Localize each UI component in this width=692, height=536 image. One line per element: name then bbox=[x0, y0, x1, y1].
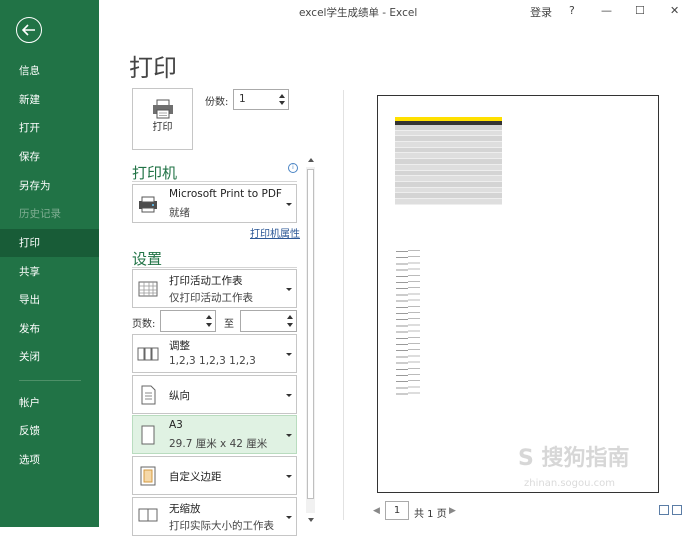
printer-select[interactable]: Microsoft Print to PDF 就绪 bbox=[132, 184, 297, 223]
signin-link[interactable]: 登录 bbox=[530, 4, 552, 20]
preview-view-controls bbox=[656, 505, 682, 518]
paper-size-select[interactable]: A3 29.7 厘米 x 42 厘米 bbox=[132, 415, 297, 454]
sidebar-item-export[interactable]: 导出 bbox=[0, 286, 99, 314]
pages-from-up-icon[interactable] bbox=[206, 315, 212, 319]
sidebar-item-close[interactable]: 关闭 bbox=[0, 343, 99, 371]
paper-size-name: A3 bbox=[169, 419, 183, 431]
watermark-logo: S 搜狗指南 bbox=[518, 446, 630, 471]
copies-down-icon[interactable] bbox=[279, 101, 285, 105]
printer-heading: 打印机 bbox=[132, 164, 178, 182]
chevron-down-icon bbox=[286, 352, 292, 356]
print-what-line2: 仅打印活动工作表 bbox=[169, 292, 253, 304]
settings-heading: 设置 bbox=[132, 250, 163, 268]
backstage-sidebar: 信息 新建 打开 保存 另存为 历史记录 打印 共享 导出 发布 关闭 帐户 反… bbox=[0, 0, 99, 527]
no-scaling-icon bbox=[138, 508, 158, 521]
printer-device-icon bbox=[139, 196, 157, 212]
page-title: 打印 bbox=[129, 54, 177, 82]
pages-from-input[interactable] bbox=[160, 310, 216, 332]
settings-divider bbox=[132, 267, 297, 268]
printer-icon bbox=[153, 99, 173, 119]
title-bar: excel学生成绩单 - Excel 登录 ? — ☐ ✕ bbox=[99, 0, 692, 24]
info-icon[interactable]: i bbox=[288, 163, 298, 173]
sidebar-item-feedback[interactable]: 反馈 bbox=[0, 417, 99, 445]
scroll-down-icon[interactable] bbox=[308, 518, 314, 522]
chevron-down-icon bbox=[286, 474, 292, 478]
printer-name: Microsoft Print to PDF bbox=[169, 188, 282, 200]
preview-table bbox=[395, 117, 502, 206]
chevron-down-icon bbox=[286, 287, 292, 291]
pane-divider bbox=[343, 90, 344, 520]
scaling-line1: 无缩放 bbox=[169, 503, 201, 515]
print-what-select[interactable]: 打印活动工作表 仅打印活动工作表 bbox=[132, 269, 297, 308]
portrait-page-icon bbox=[141, 385, 156, 404]
back-arrow-icon[interactable] bbox=[16, 17, 42, 43]
help-button[interactable]: ? bbox=[569, 4, 575, 17]
pages-label: 页数: bbox=[132, 319, 156, 330]
scaling-line2: 打印实际大小的工作表 bbox=[169, 520, 274, 532]
printer-properties-link[interactable]: 打印机属性 bbox=[250, 225, 300, 240]
printer-divider bbox=[132, 181, 297, 182]
print-button[interactable]: 打印 bbox=[132, 88, 193, 150]
margins-icon bbox=[140, 466, 156, 485]
sidebar-item-options[interactable]: 选项 bbox=[0, 446, 99, 474]
sidebar-item-history: 历史记录 bbox=[19, 208, 61, 220]
collate-select[interactable]: 调整 1,2,3 1,2,3 1,2,3 bbox=[132, 334, 297, 373]
printer-status: 就绪 bbox=[169, 207, 190, 219]
copies-input[interactable]: 1 bbox=[233, 89, 289, 110]
watermark-url: zhinan.sogou.com bbox=[524, 478, 616, 489]
maximize-button[interactable]: ☐ bbox=[635, 4, 645, 17]
pages-to-up-icon[interactable] bbox=[287, 315, 293, 319]
sidebar-divider bbox=[19, 380, 81, 381]
pages-to-label: 至 bbox=[224, 319, 234, 330]
orientation-label: 纵向 bbox=[169, 390, 190, 402]
chevron-down-icon bbox=[286, 202, 292, 206]
prev-page-icon[interactable]: ◀ bbox=[373, 506, 380, 516]
pages-to-input[interactable] bbox=[240, 310, 297, 332]
orientation-select[interactable]: 纵向 bbox=[132, 375, 297, 414]
window-title: excel学生成绩单 - Excel bbox=[299, 7, 418, 19]
chevron-down-icon bbox=[286, 515, 292, 519]
zoom-to-page-icon[interactable] bbox=[672, 505, 682, 515]
copies-value: 1 bbox=[239, 93, 246, 105]
sidebar-item-open[interactable]: 打开 bbox=[0, 114, 99, 142]
sidebar-item-info[interactable]: 信息 bbox=[0, 57, 99, 85]
page-total: 共 1 页 bbox=[414, 509, 447, 520]
sidebar-item-publish[interactable]: 发布 bbox=[0, 315, 99, 343]
page-number-input[interactable]: 1 bbox=[385, 501, 409, 520]
sidebar-item-account[interactable]: 帐户 bbox=[0, 389, 99, 417]
margins-select[interactable]: 自定义边距 bbox=[132, 456, 297, 495]
settings-scrollbar[interactable] bbox=[305, 155, 316, 525]
pages-to-down-icon[interactable] bbox=[287, 323, 293, 327]
margins-label: 自定义边距 bbox=[169, 471, 222, 483]
collate-line2: 1,2,3 1,2,3 1,2,3 bbox=[169, 355, 256, 367]
copies-label: 份数: bbox=[205, 97, 229, 108]
pages-from-down-icon[interactable] bbox=[206, 323, 212, 327]
paper-icon bbox=[141, 425, 155, 444]
chevron-down-icon bbox=[286, 433, 292, 437]
preview-text-column-2 bbox=[408, 248, 420, 398]
collate-icon bbox=[137, 347, 159, 360]
sidebar-item-save[interactable]: 保存 bbox=[0, 143, 99, 171]
worksheet-icon bbox=[138, 281, 158, 296]
next-page-icon[interactable]: ▶ bbox=[449, 506, 456, 516]
sidebar-item-save-as[interactable]: 另存为 bbox=[0, 172, 99, 200]
scrollbar-thumb[interactable] bbox=[307, 169, 314, 499]
close-button[interactable]: ✕ bbox=[670, 4, 679, 17]
paper-size-dimensions: 29.7 厘米 x 42 厘米 bbox=[169, 438, 268, 450]
scroll-up-icon[interactable] bbox=[308, 158, 314, 162]
sidebar-item-share[interactable]: 共享 bbox=[0, 258, 99, 286]
chevron-down-icon bbox=[286, 393, 292, 397]
minimize-button[interactable]: — bbox=[601, 4, 612, 17]
sidebar-item-new[interactable]: 新建 bbox=[0, 86, 99, 114]
show-margins-icon[interactable] bbox=[659, 505, 669, 515]
scaling-select[interactable]: 无缩放 打印实际大小的工作表 bbox=[132, 497, 297, 536]
print-what-line1: 打印活动工作表 bbox=[169, 275, 243, 287]
collate-line1: 调整 bbox=[169, 340, 190, 352]
copies-up-icon[interactable] bbox=[279, 94, 285, 98]
print-button-label: 打印 bbox=[152, 122, 173, 133]
sidebar-item-print[interactable]: 打印 bbox=[0, 229, 99, 257]
